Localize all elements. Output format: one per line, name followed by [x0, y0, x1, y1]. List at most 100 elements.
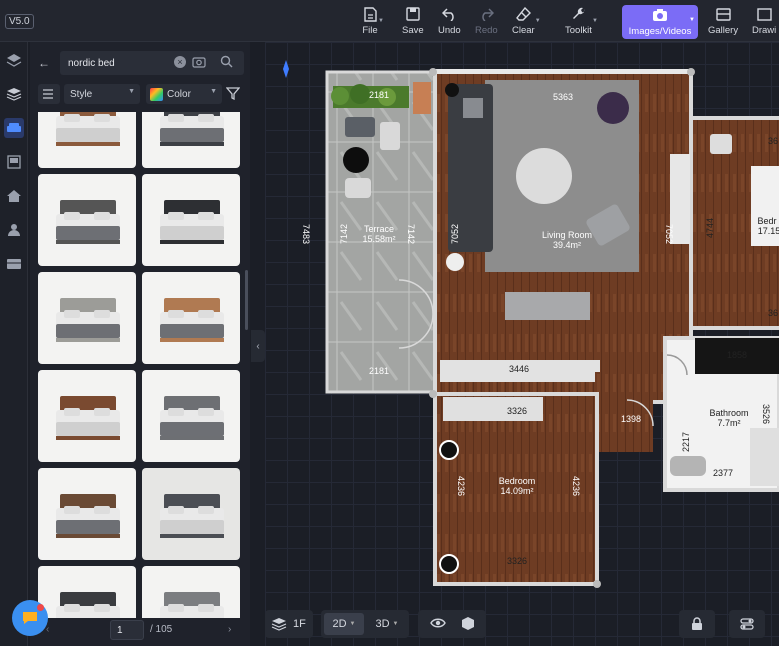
floor-selector[interactable]: 1F [265, 610, 313, 638]
living-top-dim: 5363 [553, 92, 573, 102]
terrace-bottom-dim: 2181 [369, 366, 389, 376]
product-card[interactable] [38, 174, 136, 266]
undo-button[interactable]: Undo [438, 6, 461, 38]
gallery-icon [715, 6, 731, 22]
settings-toggle-button[interactable] [729, 610, 765, 638]
prev-page-icon[interactable]: ‹ [46, 624, 49, 635]
bathroom-right-dim: 3526 [761, 404, 771, 424]
file-menu-button[interactable]: File ▼ [362, 6, 384, 38]
terrace-outer-dim: 7483 [301, 224, 311, 244]
layers-tool-icon[interactable] [4, 84, 24, 104]
bed-thumbnail [56, 396, 120, 440]
filter-funnel-icon[interactable] [225, 86, 241, 105]
gallery-label: Gallery [708, 25, 739, 36]
eye-icon[interactable] [430, 617, 446, 632]
bedroom2-side-dim: 4744 [705, 218, 715, 238]
bed-thumbnail [160, 200, 224, 244]
bed-thumbnail [56, 112, 120, 146]
images-videos-label: Images/Videos [628, 26, 692, 37]
view-2d-button[interactable]: 2D ▼ [324, 613, 364, 635]
view-mode-switch: 2D ▼ 3D ▼ [321, 610, 409, 638]
product-card[interactable] [38, 370, 136, 462]
color-filter-dropdown[interactable]: Color ▼ [146, 84, 222, 104]
view-3d-button[interactable]: 3D ▼ [369, 613, 405, 635]
image-search-camera-icon[interactable] [192, 55, 206, 73]
gallery-button[interactable]: Gallery [708, 6, 738, 38]
chevron-down-icon: ▼ [591, 18, 598, 24]
bed-thumbnail [56, 298, 120, 342]
save-label: Save [402, 25, 424, 36]
clear-search-icon[interactable]: × [174, 56, 186, 68]
bedroom2-area-label: 17.15 [758, 226, 779, 236]
bed-thumbnail [160, 494, 224, 538]
chevron-down-icon: ▼ [689, 17, 695, 23]
house-tool-icon[interactable] [4, 186, 24, 206]
floorplan-tool-icon[interactable] [4, 50, 24, 70]
back-arrow-icon[interactable]: ← [38, 56, 50, 70]
toolkit-button[interactable]: Toolkit ▼ [565, 6, 598, 38]
list-view-toggle[interactable] [38, 84, 60, 104]
images-videos-button[interactable]: Images/Videos ▼ [622, 5, 698, 39]
bedroom-top-dim: 3326 [507, 406, 527, 416]
product-card[interactable] [142, 174, 240, 266]
bedroom2-name: Bedr [757, 216, 776, 226]
search-icon[interactable] [220, 55, 233, 73]
undo-label: Undo [438, 25, 461, 36]
cabinet-tool-icon[interactable] [4, 152, 24, 172]
terrace-right-dim: 7142 [406, 224, 416, 244]
drawing-icon [756, 6, 772, 22]
view-2d-label: 2D [332, 618, 347, 630]
product-card[interactable] [38, 112, 136, 168]
undo-icon [441, 6, 457, 22]
product-card[interactable] [142, 566, 240, 618]
color-filter-label: Color [167, 88, 191, 100]
page-number-input[interactable] [110, 620, 144, 640]
drawing-button[interactable]: Drawi [752, 6, 776, 38]
collapse-panel-button[interactable]: ‹ [251, 330, 265, 362]
support-chat-button[interactable] [12, 600, 48, 636]
file-label: File [362, 25, 378, 36]
bed-thumbnail [56, 494, 120, 538]
bathroom-bottom-dim: 2377 [713, 468, 733, 478]
save-button[interactable]: Save [402, 6, 424, 38]
floor-label: 1F [293, 618, 306, 630]
catalog-scrollbar[interactable] [245, 270, 248, 330]
product-card[interactable] [142, 370, 240, 462]
floor-plan-canvas[interactable]: 2181 2181 7142 7142 7483 Terrace 15.58m² 5363 70… [265, 42, 779, 646]
product-card[interactable] [142, 272, 240, 364]
chevron-down-icon: ▼ [378, 18, 384, 24]
bed-thumbnail [56, 200, 120, 244]
furniture-catalog-icon[interactable] [4, 118, 24, 138]
bathroom-name: Bathroom [709, 408, 748, 418]
product-card[interactable] [38, 566, 136, 618]
user-icon[interactable] [4, 220, 24, 240]
pagination: ‹ / 105 › [34, 620, 248, 642]
product-card[interactable] [142, 468, 240, 560]
next-page-icon[interactable]: › [228, 624, 231, 635]
page-total: / 105 [150, 624, 173, 635]
redo-button[interactable]: Redo [475, 6, 498, 38]
search-bar: ← × [34, 51, 244, 75]
product-card[interactable] [38, 468, 136, 560]
left-icon-rail [0, 42, 28, 646]
material-tool-icon[interactable] [4, 254, 24, 274]
product-card[interactable] [38, 272, 136, 364]
bathroom-top-dim: 1858 [727, 350, 747, 360]
door-dim: 1398 [621, 414, 641, 424]
terrace-left-dim: 7142 [339, 224, 349, 244]
cube-icon[interactable] [460, 616, 476, 634]
product-card[interactable] [142, 112, 240, 168]
living-right-dim: 7052 [664, 224, 674, 244]
clear-label: Clear [512, 25, 535, 36]
search-input[interactable] [60, 51, 244, 75]
lock-button[interactable] [679, 610, 715, 638]
notification-dot [37, 604, 44, 611]
floor-plan: 2181 2181 7142 7142 7483 Terrace15.58m² 5363 70… [283, 60, 779, 588]
clear-button[interactable]: Clear ▼ [512, 6, 541, 38]
style-filter-dropdown[interactable]: Style ▼ [64, 84, 140, 104]
compass-north-icon [283, 60, 289, 78]
redo-icon [478, 6, 494, 22]
toggle-settings-icon [740, 618, 754, 630]
drawing-label: Drawi [752, 25, 777, 36]
living-left-dim: 7052 [450, 224, 460, 244]
